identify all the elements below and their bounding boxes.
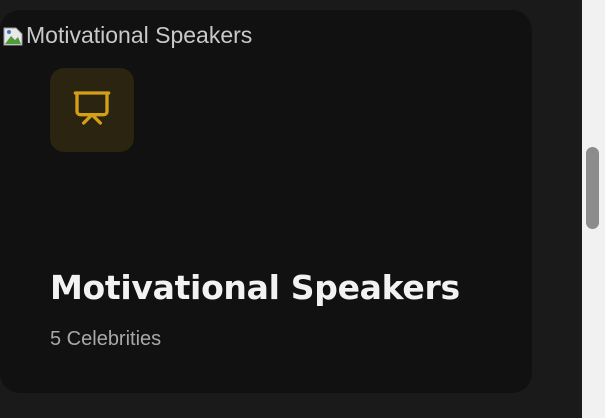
category-card[interactable]: Motivational Speakers Motivational Speak…: [0, 10, 532, 393]
category-icon-box: [50, 68, 134, 152]
broken-image-icon: [2, 25, 24, 47]
presentation-board-icon: [72, 88, 112, 132]
image-alt-text: Motivational Speakers: [26, 22, 253, 48]
scrollbar-thumb[interactable]: [586, 147, 599, 229]
page-viewport: Motivational Speakers Motivational Speak…: [0, 0, 582, 418]
celebrity-count: 5 Celebrities: [50, 328, 162, 350]
category-image: Motivational Speakers: [2, 22, 252, 49]
category-title: Motivational Speakers: [50, 268, 460, 307]
